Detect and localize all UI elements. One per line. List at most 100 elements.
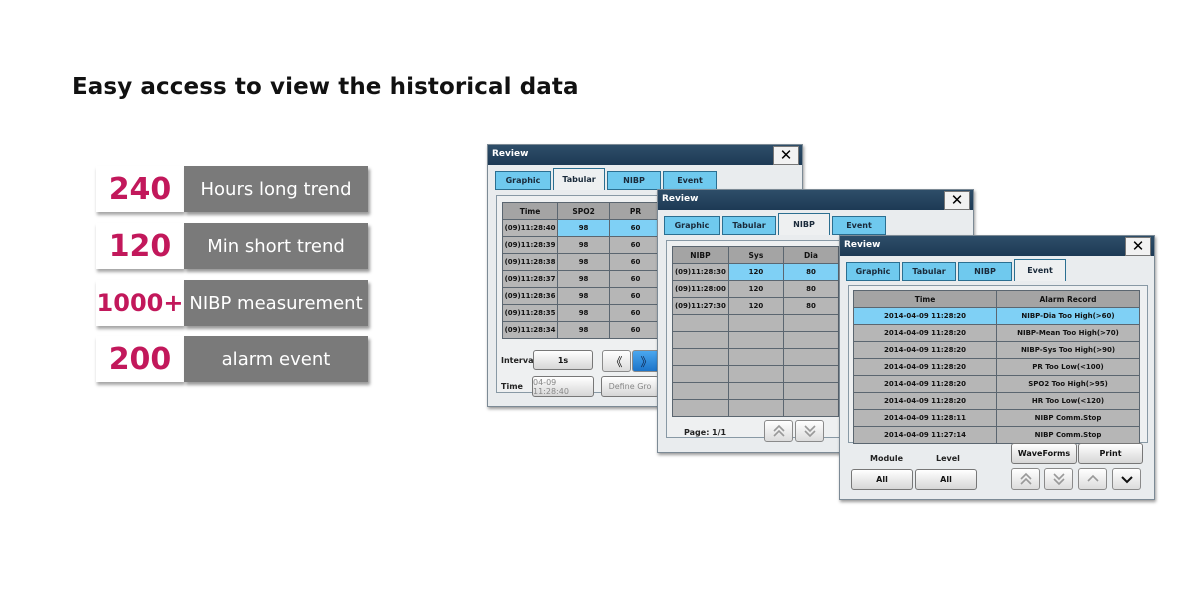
- cell-alarm: NIBP-Mean Too High(>70): [996, 324, 1140, 342]
- cell-alarm: NIBP Comm.Stop: [996, 426, 1140, 444]
- level-select[interactable]: All: [915, 469, 977, 490]
- table-row[interactable]: (09)11:28:00 120 80: [672, 280, 840, 298]
- cell-spo2: 98: [557, 270, 611, 288]
- cell-sys: 120: [727, 263, 784, 281]
- table-row: [672, 382, 840, 400]
- stat-hours-trend: 240 Hours long trend: [96, 166, 368, 212]
- table-row[interactable]: (09)11:28:36 98 60: [501, 287, 662, 305]
- stat-value: 200: [96, 336, 184, 382]
- table-row: [672, 314, 840, 332]
- cell-alarm: HR Too Low(<120): [996, 392, 1140, 410]
- column-header-time: Time: [501, 202, 559, 220]
- cell-time: 2014-04-09 11:28:20: [853, 392, 997, 410]
- cell-pr: 60: [609, 253, 662, 271]
- close-icon[interactable]: ✕: [773, 146, 799, 165]
- table-row[interactable]: 2014-04-09 11:28:20 NIBP-Dia Too High(>60…: [853, 307, 1140, 325]
- interval-label: Interval: [501, 356, 537, 365]
- cell-pr: 60: [609, 287, 662, 305]
- page-down-double-icon[interactable]: [1044, 468, 1073, 490]
- cell-alarm: NIBP-Sys Too High(>90): [996, 341, 1140, 359]
- column-header-dia: Dia: [782, 246, 840, 264]
- cell-pr: 60: [609, 321, 662, 339]
- cell-time: (09)11:27:30: [672, 297, 729, 315]
- table-row[interactable]: 2014-04-09 11:28:20 SPO2 Too High(>95): [853, 375, 1140, 393]
- table-row[interactable]: (09)11:27:30 120 80: [672, 297, 840, 315]
- page-left-icon[interactable]: 《: [602, 350, 631, 372]
- column-header-nibp: NIBP: [672, 246, 729, 264]
- close-icon[interactable]: ✕: [944, 191, 970, 210]
- cell-time: (09)11:28:40: [501, 219, 559, 237]
- headline: Easy access to view the historical data: [72, 74, 579, 100]
- cell-time: (09)11:28:30: [672, 263, 729, 281]
- waveforms-button[interactable]: WaveForms: [1011, 443, 1077, 464]
- tab-nibp[interactable]: NIBP: [778, 213, 830, 235]
- cell-dia: 80: [782, 297, 840, 315]
- tab-event[interactable]: Event: [832, 216, 886, 235]
- tab-graphic[interactable]: Graphic: [495, 171, 551, 190]
- column-header-sys: Sys: [727, 246, 784, 264]
- tab-tabular[interactable]: Tabular: [553, 168, 605, 190]
- define-group-button[interactable]: Define Gro: [601, 376, 659, 397]
- trend-table: Time SPO2 PR (09)11:28:40 98 60 (09)11:28:…: [501, 202, 662, 339]
- table-row[interactable]: 2014-04-09 11:28:20 PR Too Low(<100): [853, 358, 1140, 376]
- page-down-double-icon[interactable]: [795, 420, 824, 442]
- window-title-bar: Review ✕: [840, 236, 1154, 256]
- tab-graphic[interactable]: Graphic: [664, 216, 720, 235]
- page-up-double-icon[interactable]: [764, 420, 793, 442]
- tab-nibp[interactable]: NIBP: [958, 262, 1012, 281]
- review-window-event: Review ✕ Graphic Tabular NIBP Event Time…: [839, 235, 1155, 500]
- table-row: [672, 331, 840, 349]
- table-row[interactable]: (09)11:28:30 120 80: [672, 263, 840, 281]
- close-icon[interactable]: ✕: [1125, 237, 1151, 256]
- cell-pr: 60: [609, 270, 662, 288]
- table-row[interactable]: 2014-04-09 11:28:20 NIBP-Mean Too High(>7…: [853, 324, 1140, 342]
- page-up-double-icon[interactable]: [1011, 468, 1040, 490]
- table-row[interactable]: (09)11:28:40 98 60: [501, 219, 662, 237]
- module-select[interactable]: All: [851, 469, 913, 490]
- table-row[interactable]: 2014-04-09 11:28:11 NIBP Comm.Stop: [853, 409, 1140, 427]
- stat-label: alarm event: [184, 336, 368, 382]
- cell-time: (09)11:28:37: [501, 270, 559, 288]
- window-title: Review: [492, 149, 529, 159]
- cell-alarm: SPO2 Too High(>95): [996, 375, 1140, 393]
- table-row: [672, 399, 840, 417]
- scroll-up-icon[interactable]: [1078, 468, 1107, 490]
- scroll-down-icon[interactable]: [1112, 468, 1141, 490]
- tab-event[interactable]: Event: [663, 171, 717, 190]
- window-title: Review: [662, 194, 699, 204]
- tab-event[interactable]: Event: [1014, 259, 1066, 281]
- time-field[interactable]: 04-09 11:28:40: [532, 376, 594, 397]
- cell-time: 2014-04-09 11:28:20: [853, 324, 997, 342]
- window-title-bar: Review ✕: [488, 145, 802, 165]
- cell-pr: 60: [609, 219, 662, 237]
- tab-nibp[interactable]: NIBP: [607, 171, 661, 190]
- time-label: Time: [501, 382, 523, 391]
- window-title-bar: Review ✕: [658, 190, 973, 210]
- table-row[interactable]: (09)11:28:38 98 60: [501, 253, 662, 271]
- cell-time: 2014-04-09 11:28:20: [853, 307, 997, 325]
- column-header-pr: PR: [609, 202, 662, 220]
- table-row: [672, 348, 840, 366]
- table-row[interactable]: (09)11:28:39 98 60: [501, 236, 662, 254]
- tab-tabular[interactable]: Tabular: [722, 216, 776, 235]
- tab-graphic[interactable]: Graphic: [846, 262, 900, 281]
- table-row[interactable]: (09)11:28:34 98 60: [501, 321, 662, 339]
- nibp-table: NIBP Sys Dia (09)11:28:30 120 80 (09)11:28…: [672, 246, 840, 417]
- table-row[interactable]: (09)11:28:37 98 60: [501, 270, 662, 288]
- cell-spo2: 98: [557, 304, 611, 322]
- cell-spo2: 98: [557, 219, 611, 237]
- cell-time: (09)11:28:36: [501, 287, 559, 305]
- print-button[interactable]: Print: [1078, 443, 1143, 464]
- column-header-alarm-record: Alarm Record: [996, 290, 1140, 308]
- tab-tabular[interactable]: Tabular: [902, 262, 956, 281]
- cell-spo2: 98: [557, 321, 611, 339]
- table-row[interactable]: 2014-04-09 11:28:20 HR Too Low(<120): [853, 392, 1140, 410]
- interval-button[interactable]: 1s: [533, 350, 593, 370]
- cell-time: 2014-04-09 11:27:14: [853, 426, 997, 444]
- table-row[interactable]: 2014-04-09 11:27:14 NIBP Comm.Stop: [853, 426, 1140, 444]
- page-value: 1/1: [712, 428, 727, 437]
- cell-spo2: 98: [557, 253, 611, 271]
- stat-value: 240: [96, 166, 184, 212]
- table-row[interactable]: 2014-04-09 11:28:20 NIBP-Sys Too High(>90…: [853, 341, 1140, 359]
- table-row[interactable]: (09)11:28:35 98 60: [501, 304, 662, 322]
